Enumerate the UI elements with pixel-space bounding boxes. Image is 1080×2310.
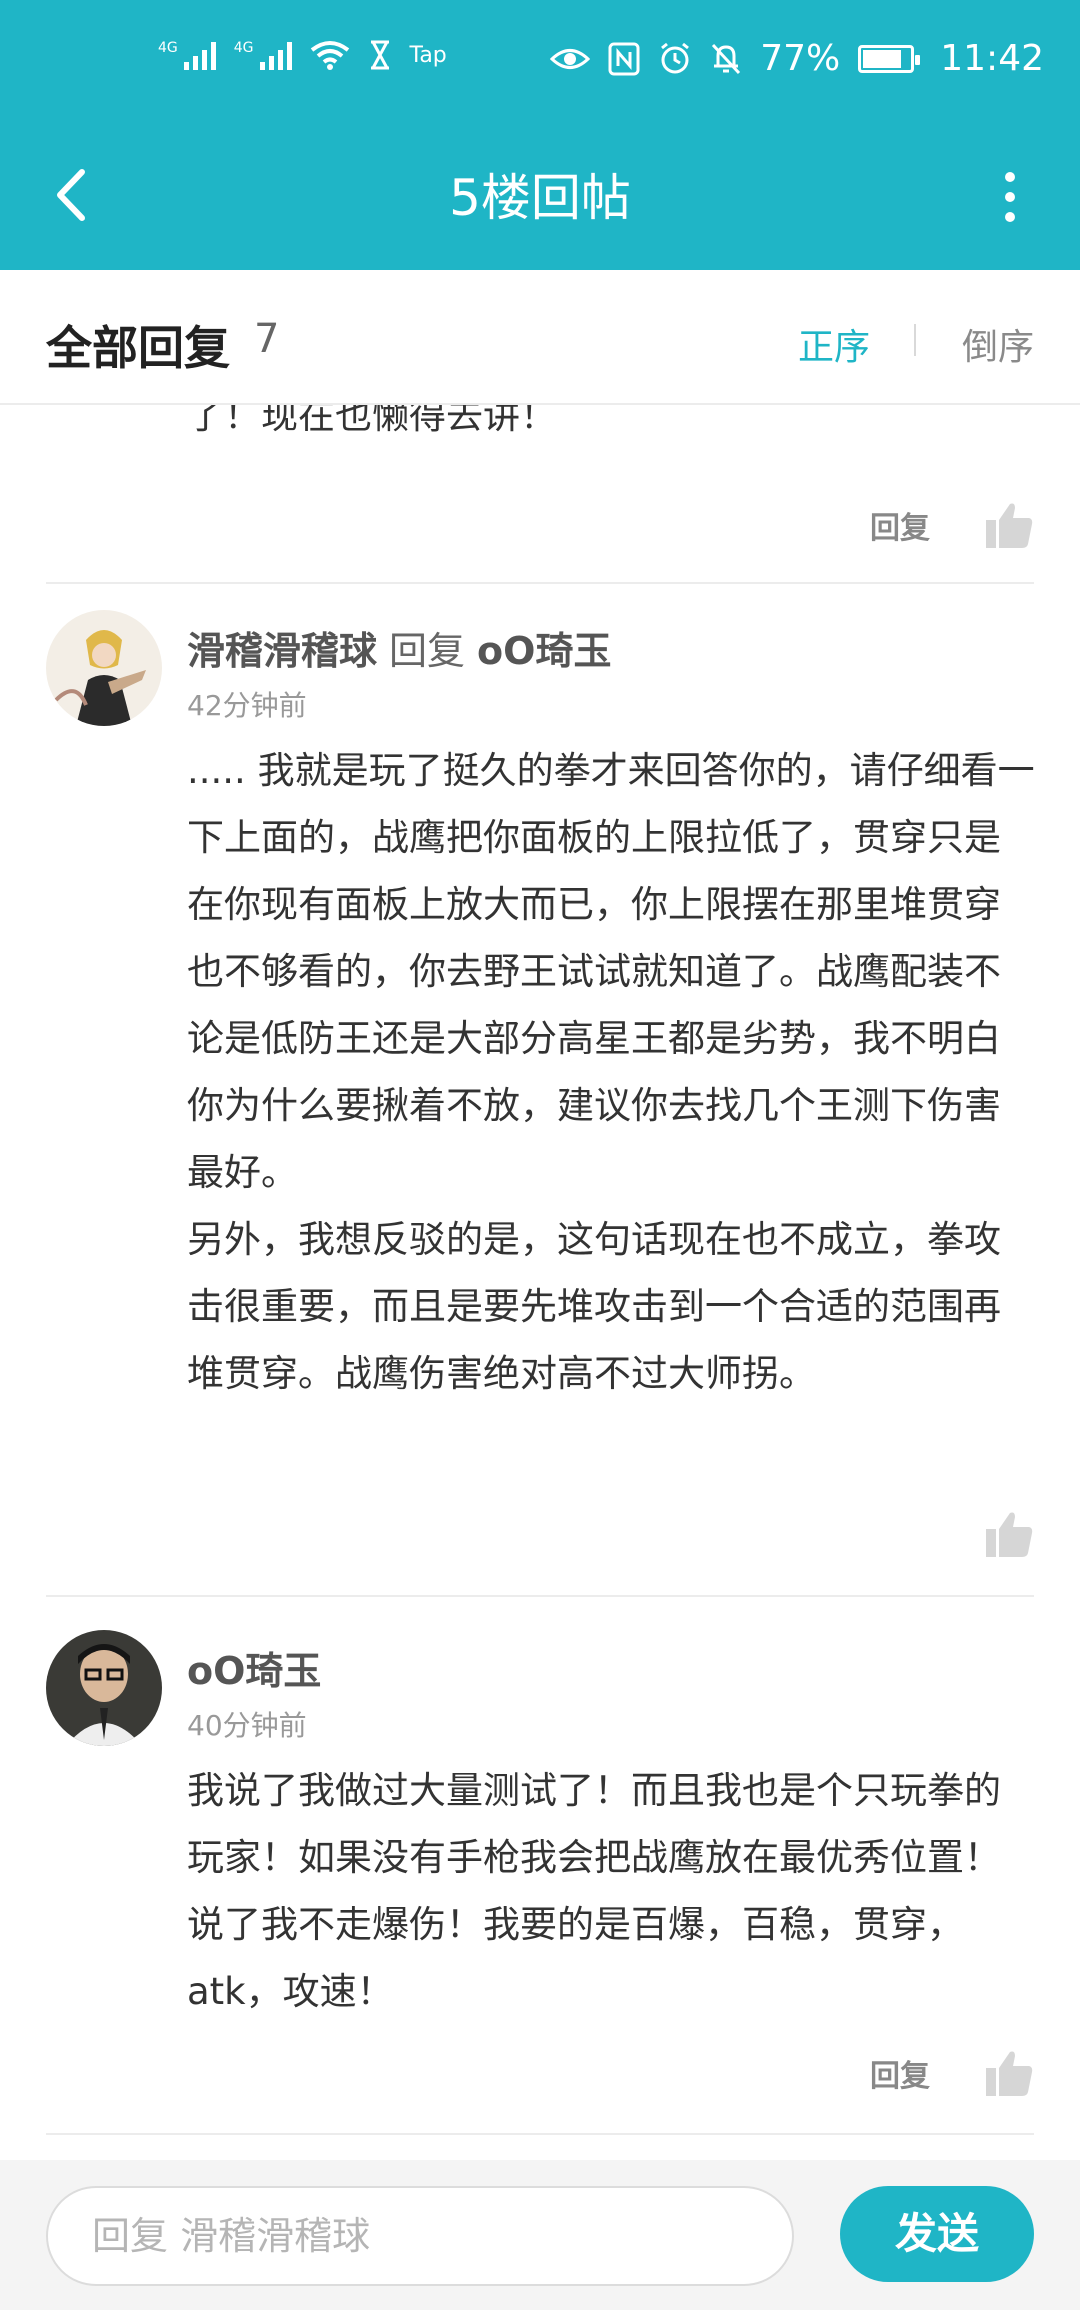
clock: 11:42: [940, 38, 1044, 79]
sort-divider: [914, 324, 916, 356]
divider: [46, 1595, 1034, 1597]
comment-time: 42分钟前: [187, 689, 307, 722]
wifi-icon: [310, 41, 349, 70]
carrier-label-2: 4G: [233, 40, 254, 56]
reply-link[interactable]: 回复: [870, 2051, 930, 2095]
mute-bell-icon: [712, 43, 741, 74]
partial-comment-actions: 回复: [870, 500, 1034, 550]
replies-count: 7: [254, 316, 280, 362]
divider: [46, 2133, 1034, 2135]
comment-author[interactable]: oO琦玉: [187, 1640, 321, 1695]
comment-author[interactable]: 滑稽滑稽球: [187, 620, 377, 675]
nfc-icon: [608, 42, 640, 75]
comment-actions: 回复: [870, 2048, 1034, 2098]
nav-bar: 5楼回帖: [0, 120, 1080, 270]
replies-feed[interactable]: 了！现在也懒得去讲！ 回复 滑稽滑稽球 回复 oO琦玉 42分钟前 ..... …: [0, 405, 1080, 2160]
more-dot-icon: [1005, 172, 1015, 182]
status-right: 77% 11:42: [550, 38, 1044, 79]
thumbs-up-icon[interactable]: [984, 1509, 1034, 1559]
reply-input-bar: 回复 滑稽滑稽球 发送: [0, 2160, 1080, 2310]
hourglass-icon: [370, 40, 389, 70]
reply-target-user[interactable]: oO琦玉: [477, 620, 611, 675]
send-button[interactable]: 发送: [840, 2186, 1034, 2282]
reply-link[interactable]: 回复: [870, 503, 930, 547]
status-bar: 4G 4G Tap 77% 11:42: [0, 0, 1080, 120]
comment-paragraph: 另外，我想反驳的是，这句话现在也不成立，拳攻击很重要，而且是要先堆攻击到一个合适…: [187, 1218, 1001, 1395]
avatar-image: [46, 1630, 162, 1746]
battery-icon: [858, 44, 921, 73]
reply-input[interactable]: 回复 滑稽滑稽球: [46, 2186, 794, 2286]
app-badge: Tap: [409, 42, 447, 68]
avatar[interactable]: [46, 610, 162, 726]
comment-paragraph: 我说了我做过大量测试了！而且我也是个只玩拳的玩家！如果没有手枪我会把战鹰放在最优…: [187, 1769, 1001, 2013]
sort-descending-tab[interactable]: 倒序: [962, 318, 1034, 370]
more-dot-icon: [1005, 212, 1015, 222]
status-left: 4G 4G Tap: [158, 40, 447, 70]
signal-icon-2: 4G: [234, 40, 292, 70]
replies-header: 全部回复 7 正序 倒序: [0, 270, 1080, 405]
app-header: 4G 4G Tap 77% 11:42 5楼回帖: [0, 0, 1080, 270]
comment-header: 滑稽滑稽球 回复 oO琦玉: [187, 620, 611, 675]
partial-comment-text: 了！现在也懒得去讲！: [187, 405, 557, 437]
avatar-image: [46, 610, 162, 726]
reply-to-label: 回复: [389, 629, 466, 673]
comment-header: oO琦玉: [187, 1640, 321, 1695]
thumbs-up-icon[interactable]: [984, 500, 1034, 550]
comment-time: 40分钟前: [187, 1709, 307, 1742]
comment-paragraph: ..... 我就是玩了挺久的拳才来回答你的，请仔细看一下上面的，战鹰把你面板的上…: [187, 749, 1035, 1194]
alarm-icon: [661, 42, 690, 73]
eye-icon: [550, 48, 591, 69]
carrier-label: 4G: [158, 40, 178, 56]
sort-ascending-tab[interactable]: 正序: [798, 318, 870, 370]
comment-body: ..... 我就是玩了挺久的拳才来回答你的，请仔细看一下上面的，战鹰把你面板的上…: [187, 737, 1037, 1407]
battery-percent: 77%: [760, 38, 841, 79]
avatar[interactable]: [46, 1630, 162, 1746]
signal-icon: 4G: [158, 40, 216, 70]
more-dot-icon: [1005, 192, 1015, 202]
divider: [46, 582, 1034, 584]
page-title: 5楼回帖: [449, 169, 631, 227]
comment-body: 我说了我做过大量测试了！而且我也是个只玩拳的玩家！如果没有手枪我会把战鹰放在最优…: [187, 1757, 1037, 2025]
more-options-button[interactable]: [980, 162, 1040, 232]
replies-title: 全部回复: [46, 321, 230, 375]
thumbs-up-icon[interactable]: [984, 2048, 1034, 2098]
